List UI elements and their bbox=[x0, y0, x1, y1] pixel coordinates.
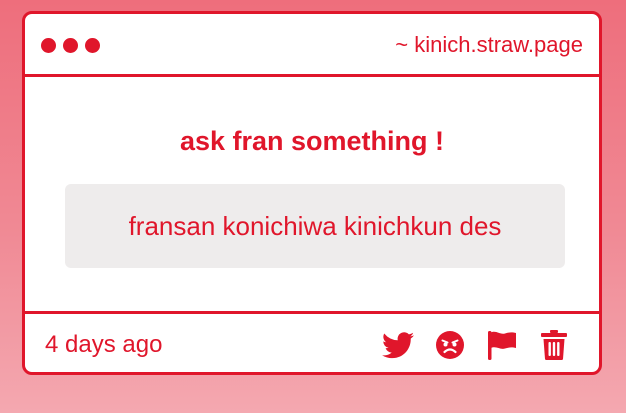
window-dot-2 bbox=[63, 38, 78, 53]
timestamp: 4 days ago bbox=[45, 331, 163, 358]
page-title: ask fran something ! bbox=[179, 126, 445, 156]
window-titlebar: ~ kinich.straw.page bbox=[25, 14, 599, 77]
trash-icon bbox=[541, 330, 567, 360]
window-dots bbox=[41, 38, 100, 53]
page-url: ~ kinich.straw.page bbox=[395, 32, 583, 57]
report-flag-button[interactable] bbox=[485, 328, 519, 362]
card-content: ask fran something ! fransan konichiwa k… bbox=[25, 77, 599, 311]
action-bar bbox=[381, 328, 571, 362]
window-dot-3 bbox=[85, 38, 100, 53]
question-text: fransan konichiwa kinichkun des bbox=[128, 210, 502, 241]
delete-button[interactable] bbox=[537, 328, 571, 362]
question-card: ~ kinich.straw.page ask fran something !… bbox=[22, 11, 602, 375]
flag-icon bbox=[488, 331, 516, 360]
angry-face-icon bbox=[436, 331, 464, 359]
twitter-icon bbox=[382, 331, 414, 358]
question-box: fransan konichiwa kinichkun des bbox=[65, 184, 565, 268]
window-dot-1 bbox=[41, 38, 56, 53]
card-footer: 4 days ago bbox=[25, 311, 599, 372]
share-twitter-button[interactable] bbox=[381, 328, 415, 362]
react-angry-button[interactable] bbox=[433, 328, 467, 362]
